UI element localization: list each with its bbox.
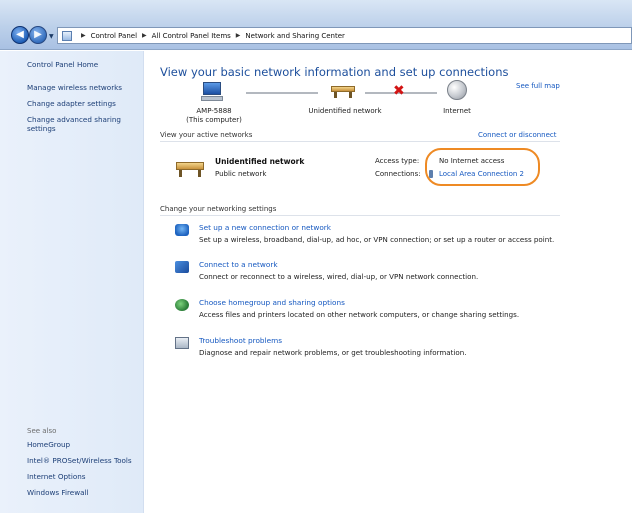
see-also-label: See also: [27, 427, 57, 435]
main-content: View your basic network information and …: [145, 51, 632, 513]
computer-name-label: AMP-5888: [196, 107, 232, 115]
setup-connection-link[interactable]: Set up a new connection or network: [199, 223, 331, 232]
address-bar-area: ◀ ▶ ▼ ▶ Control Panel ▶ All Control Pane…: [0, 0, 632, 50]
computer-icon: [200, 82, 224, 102]
active-network-bench-icon: [176, 157, 204, 177]
chevron-right-icon[interactable]: ▶: [236, 32, 241, 39]
active-networks-heading: View your active networks: [160, 131, 253, 139]
connect-network-icon: [175, 261, 189, 273]
internet-globe-icon: [447, 80, 467, 100]
internet-options-link[interactable]: Internet Options: [27, 472, 139, 481]
homegroup-link[interactable]: HomeGroup: [27, 440, 139, 449]
troubleshoot-icon: [175, 337, 189, 349]
control-panel-home-link[interactable]: Control Panel Home: [27, 60, 139, 69]
address-bar[interactable]: ▶ Control Panel ▶ All Control Panel Item…: [57, 27, 632, 44]
left-pane: Control Panel Home Manage wireless netwo…: [0, 51, 144, 513]
map-connector-line: [246, 92, 318, 94]
homegroup-icon: [175, 299, 189, 311]
page-title: View your basic network information and …: [160, 65, 509, 79]
windows-firewall-link[interactable]: Windows Firewall: [27, 488, 139, 497]
chevron-right-icon[interactable]: ▶: [142, 32, 147, 39]
history-dropdown-icon[interactable]: ▼: [49, 33, 54, 40]
change-settings-heading: Change your networking settings: [160, 205, 277, 213]
see-full-map-link[interactable]: See full map: [516, 82, 560, 90]
access-type-label: Access type:: [375, 157, 420, 165]
troubleshoot-desc: Diagnose and repair network problems, or…: [199, 348, 467, 357]
network-type-link[interactable]: Public network: [215, 170, 266, 178]
setup-connection-desc: Set up a wireless, broadband, dial-up, a…: [199, 235, 555, 244]
map-internet-label: Internet: [443, 107, 471, 115]
troubleshoot-link[interactable]: Troubleshoot problems: [199, 336, 282, 345]
connections-label: Connections:: [375, 170, 421, 178]
breadcrumb-network-sharing[interactable]: Network and Sharing Center: [245, 32, 345, 40]
homegroup-desc: Access files and printers located on oth…: [199, 310, 520, 319]
this-computer-label: (This computer): [186, 116, 242, 124]
connect-or-disconnect-link[interactable]: Connect or disconnect: [478, 131, 557, 139]
back-button[interactable]: ◀: [11, 26, 29, 44]
connect-network-link[interactable]: Connect to a network: [199, 260, 278, 269]
chevron-right-icon[interactable]: ▶: [81, 32, 86, 39]
breadcrumb-control-panel[interactable]: Control Panel: [91, 32, 137, 40]
network-setup-icon: [175, 224, 189, 236]
homegroup-link[interactable]: Choose homegroup and sharing options: [199, 298, 345, 307]
control-panel-icon: [62, 30, 72, 41]
network-bench-icon: [331, 82, 355, 98]
connect-network-desc: Connect or reconnect to a wireless, wire…: [199, 272, 479, 281]
change-advanced-sharing-link[interactable]: Change advanced sharing settings: [27, 115, 139, 133]
map-network-label: Unidentified network: [308, 107, 382, 115]
active-network-name: Unidentified network: [215, 157, 305, 166]
no-connection-x-icon: ✖: [393, 83, 405, 99]
highlight-annotation: [425, 148, 540, 186]
change-adapter-link[interactable]: Change adapter settings: [27, 99, 139, 108]
intel-proset-link[interactable]: Intel® PROSet/Wireless Tools: [27, 456, 139, 465]
divider: [160, 215, 560, 216]
breadcrumb-all-items[interactable]: All Control Panel Items: [152, 32, 231, 40]
manage-wireless-link[interactable]: Manage wireless networks: [27, 83, 139, 92]
forward-button[interactable]: ▶: [29, 26, 47, 44]
divider: [160, 141, 560, 142]
